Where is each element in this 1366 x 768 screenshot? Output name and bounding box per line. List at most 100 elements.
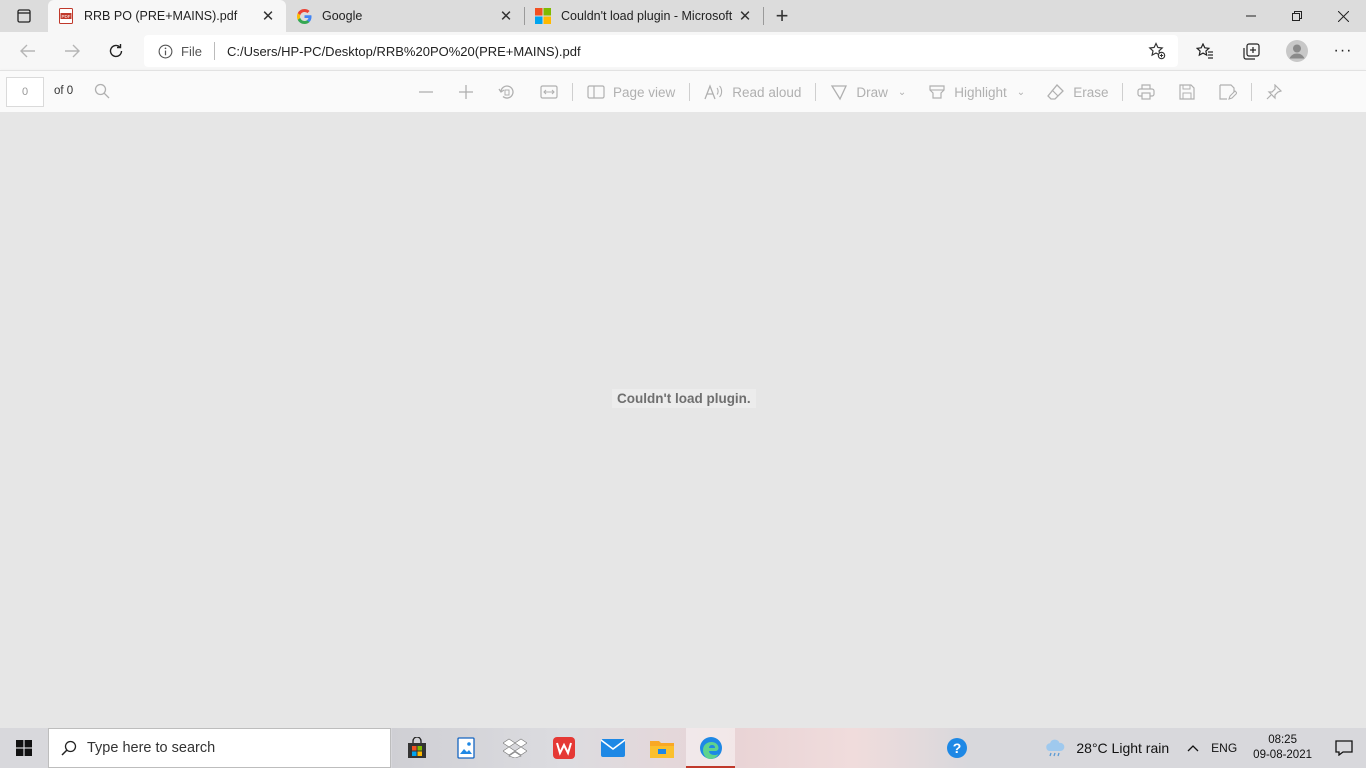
close-tab-icon[interactable]: ✕ — [737, 8, 753, 25]
highlight-button[interactable]: Highlight ⌄ — [920, 71, 1033, 113]
forward-button[interactable] — [50, 32, 94, 70]
close-tab-icon[interactable]: ✕ — [498, 8, 514, 25]
zoom-out-button[interactable] — [410, 71, 442, 113]
rotate-icon — [498, 85, 514, 99]
fit-to-page-button[interactable] — [532, 71, 566, 113]
back-button[interactable] — [6, 32, 50, 70]
taskbar-wps-office[interactable] — [539, 728, 588, 768]
close-icon — [1337, 10, 1349, 22]
help-icon: ? — [947, 738, 968, 758]
refresh-button[interactable] — [94, 32, 138, 70]
add-favorite-icon[interactable] — [1148, 42, 1166, 63]
dropbox-icon — [502, 738, 527, 758]
url-text[interactable]: C:/Users/HP-PC/Desktop/RRB%20PO%20(PRE+M… — [227, 44, 581, 59]
chevron-down-icon[interactable]: ⌄ — [1017, 87, 1025, 98]
refresh-icon — [109, 44, 123, 58]
window-controls — [1228, 0, 1366, 32]
help-tray-button[interactable]: ? — [940, 728, 974, 768]
tab-bar: PDF RRB PO (PRE+MAINS).pdf ✕ Google ✕ Co… — [0, 0, 1366, 32]
notifications-button[interactable] — [1322, 728, 1366, 768]
page-view-button[interactable]: Page view — [579, 71, 683, 113]
page-number-input[interactable]: 0 — [6, 77, 44, 107]
weather-widget[interactable]: 28°C Light rain — [1038, 728, 1175, 768]
favorites-button[interactable] — [1182, 32, 1228, 70]
read-aloud-label: Read aloud — [732, 84, 802, 100]
tab-google[interactable]: Google ✕ — [286, 0, 524, 32]
profile-button[interactable] — [1274, 32, 1320, 70]
windows-logo-icon — [16, 740, 32, 756]
taskbar-mail[interactable] — [588, 728, 637, 768]
photos-icon — [456, 737, 475, 759]
more-icon: ··· — [1333, 42, 1353, 59]
erase-button[interactable]: Erase — [1039, 71, 1116, 113]
toolbar-separator — [1251, 83, 1253, 101]
save-button[interactable] — [1171, 71, 1203, 113]
settings-more-button[interactable]: ··· — [1320, 32, 1366, 70]
google-icon — [296, 8, 312, 24]
tab-actions-button[interactable] — [0, 0, 48, 32]
tab-microsoft[interactable]: Couldn't load plugin - Microsoft ✕ — [525, 0, 763, 32]
rotate-button[interactable] — [490, 71, 524, 113]
forward-arrow-icon — [65, 44, 80, 58]
edge-icon — [699, 737, 722, 759]
taskbar-photos[interactable] — [441, 728, 490, 768]
restore-icon — [1292, 11, 1302, 21]
pdf-toolbar: 0 of 0 Page view Read aloud Draw ⌄ Highl… — [0, 70, 1366, 112]
new-tab-button[interactable]: + — [764, 0, 800, 32]
minimize-button[interactable] — [1228, 0, 1274, 32]
taskbar-edge[interactable] — [686, 728, 735, 768]
print-button[interactable] — [1129, 71, 1163, 113]
folder-icon — [649, 741, 674, 758]
favorites-icon — [1196, 43, 1213, 59]
tab-title: Couldn't load plugin - Microsoft — [561, 9, 733, 23]
clock[interactable]: 08:25 09-08-2021 — [1243, 733, 1322, 763]
draw-button[interactable]: Draw ⌄ — [822, 71, 914, 113]
taskbar-dropbox[interactable] — [490, 728, 539, 768]
back-arrow-icon — [20, 44, 35, 58]
microsoft-icon — [535, 8, 551, 24]
tab-pdf[interactable]: PDF RRB PO (PRE+MAINS).pdf ✕ — [48, 0, 286, 32]
minus-icon — [419, 91, 433, 93]
page-view-label: Page view — [613, 84, 676, 100]
clock-time: 08:25 — [1268, 734, 1297, 746]
close-tab-icon[interactable]: ✕ — [260, 8, 276, 25]
page-view-icon — [587, 85, 605, 99]
find-button[interactable] — [94, 83, 110, 102]
mail-icon — [600, 739, 625, 757]
scheme-label: File — [181, 43, 202, 59]
start-button[interactable] — [0, 728, 48, 768]
erase-label: Erase — [1073, 84, 1109, 100]
taskbar: Type here to search ? 28°C Light rain EN… — [0, 728, 1366, 768]
info-icon — [158, 44, 173, 58]
collections-button[interactable] — [1228, 32, 1274, 70]
hidden-icons-button[interactable] — [1181, 728, 1205, 768]
notification-icon — [1335, 740, 1353, 756]
tab-title: Google — [322, 9, 363, 23]
tab-actions-icon — [17, 9, 31, 23]
save-as-button[interactable] — [1211, 71, 1245, 113]
weather-text: 28°C Light rain — [1076, 740, 1170, 756]
taskbar-search-box[interactable]: Type here to search — [48, 728, 391, 768]
chevron-down-icon[interactable]: ⌄ — [898, 87, 906, 98]
svg-text:PDF: PDF — [62, 14, 71, 19]
restore-button[interactable] — [1274, 0, 1320, 32]
pdf-viewer-area: Couldn't load plugin. — [0, 112, 1366, 728]
system-tray: ? 28°C Light rain ENG 08:25 09-08-2021 — [940, 728, 1366, 768]
toolbar-actions: ··· — [1182, 32, 1366, 70]
search-placeholder: Type here to search — [87, 740, 216, 756]
zoom-in-button[interactable] — [450, 71, 482, 113]
toolbar-separator — [1122, 83, 1124, 101]
plus-icon — [459, 85, 473, 99]
language-indicator[interactable]: ENG — [1205, 728, 1243, 768]
read-aloud-button[interactable]: Read aloud — [696, 71, 809, 113]
plugin-error-message: Couldn't load plugin. — [612, 389, 756, 408]
save-as-icon — [1219, 84, 1238, 100]
pin-toolbar-button[interactable] — [1258, 71, 1290, 113]
toolbar-separator — [572, 83, 573, 101]
site-info-button[interactable]: File — [158, 44, 202, 59]
taskbar-file-explorer[interactable] — [637, 728, 686, 768]
draw-label: Draw — [856, 84, 888, 100]
close-window-button[interactable] — [1320, 0, 1366, 32]
taskbar-store[interactable] — [392, 728, 441, 768]
address-bar[interactable]: File C:/Users/HP-PC/Desktop/RRB%20PO%20(… — [144, 35, 1178, 67]
